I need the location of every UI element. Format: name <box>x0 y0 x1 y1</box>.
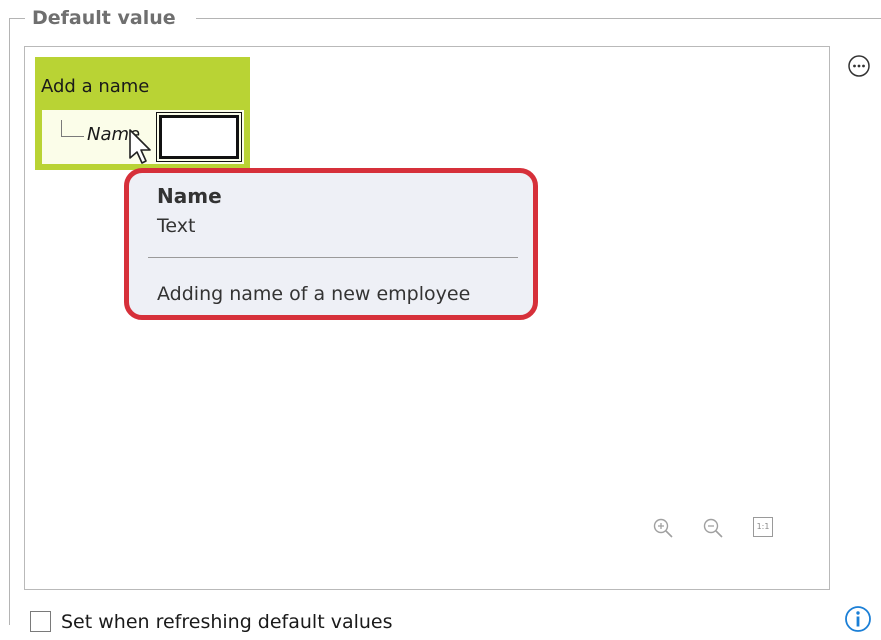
node-title: Add a name <box>41 76 150 97</box>
tooltip-title: Name <box>157 184 222 208</box>
actual-size-label: 1:1 <box>753 517 773 537</box>
refresh-default-label[interactable]: Set when refreshing default values <box>61 608 393 636</box>
group-border-top-right <box>196 18 881 19</box>
name-value-field[interactable] <box>156 112 242 162</box>
zoom-out-icon[interactable] <box>701 516 727 542</box>
refresh-default-checkbox[interactable] <box>30 611 51 632</box>
tooltip-divider <box>148 257 518 258</box>
actual-size-icon[interactable]: 1:1 <box>753 517 779 543</box>
group-title: Default value <box>32 7 176 29</box>
tree-connector <box>61 120 84 137</box>
tooltip-type: Text <box>157 215 196 237</box>
zoom-in-icon[interactable] <box>651 516 677 542</box>
default-value-panel: Default value Add a name Name Name Text … <box>0 0 881 640</box>
more-options-icon[interactable] <box>846 53 872 79</box>
mouse-pointer-icon <box>129 129 151 164</box>
group-border-top-left <box>9 18 25 19</box>
group-border-left <box>9 18 10 625</box>
tooltip-description: Adding name of a new employee <box>157 283 471 305</box>
info-icon[interactable] <box>843 604 873 634</box>
